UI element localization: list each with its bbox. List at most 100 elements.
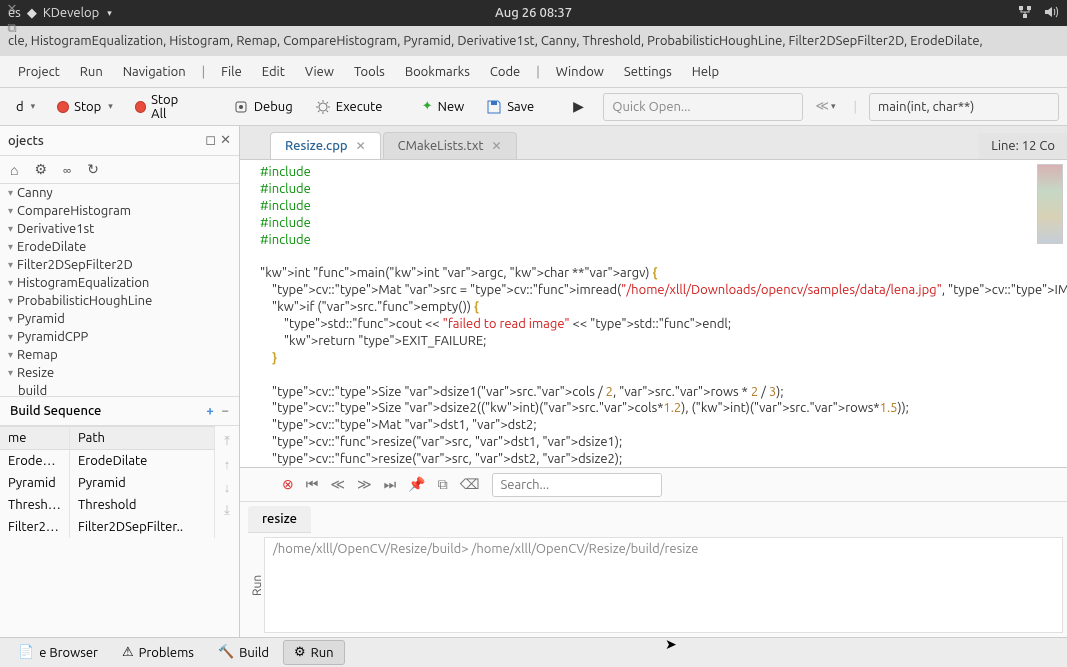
prev-icon[interactable]: ≪ [330, 476, 345, 493]
system-topbar: es ◆ KDevelop ▾ Aug 26 08:37 [0, 0, 1067, 26]
tree-item[interactable]: PyramidCPP [0, 328, 239, 346]
build-sequence-header: Build Sequence + − [0, 396, 239, 426]
menu-edit[interactable]: Edit [252, 61, 295, 83]
stop-button[interactable]: Stop▾ [49, 96, 121, 118]
last-icon[interactable]: ⏭ [384, 476, 397, 493]
tree-item[interactable]: ProbabilisticHoughLine [0, 292, 239, 310]
bottom-tab-run[interactable]: ⚙Run [283, 640, 345, 665]
panel-undock-icon[interactable]: ◻ [205, 133, 216, 148]
network-icon[interactable] [1017, 4, 1033, 23]
chevron-down-icon: ▾ [107, 8, 112, 19]
tree-item[interactable]: Resize [0, 364, 239, 382]
refresh-icon[interactable]: ↻ [87, 161, 99, 178]
projects-panel-header: ojects ◻ ✕ [0, 126, 239, 156]
run-vertical-tab[interactable]: Run [240, 533, 264, 637]
debug-button[interactable]: Debug [225, 95, 301, 119]
tree-item[interactable]: Filter2DSepFilter2D [0, 256, 239, 274]
console-search-input[interactable] [492, 473, 662, 497]
menu-settings[interactable]: Settings [614, 61, 682, 83]
console-copy-icon[interactable]: ⧉ [7, 21, 16, 36]
table-row[interactable]: Filter2D..Filter2DSepFilter.. [0, 516, 215, 538]
clock[interactable]: Aug 26 08:37 [495, 6, 572, 20]
menu-project[interactable]: Project [8, 61, 70, 83]
table-row[interactable]: ThresholdThreshold [0, 494, 215, 516]
home-icon[interactable]: ⌂ [10, 162, 18, 178]
nav-fwd-button[interactable]: | [848, 100, 864, 114]
new-button[interactable]: ✦ New [414, 95, 472, 118]
tree-item[interactable]: Canny [0, 184, 239, 202]
bottom-tab-problems[interactable]: ⚠Problems [112, 641, 204, 664]
bottom-tab-e-browser[interactable]: 📄e Browser [8, 641, 108, 664]
window-titlebar: cle, HistogramEqualization, Histogram, R… [0, 26, 1067, 56]
move-top-icon[interactable]: ⤒ [224, 434, 230, 449]
function-selector[interactable]: main(int, char**) [869, 93, 1059, 121]
volume-icon[interactable] [1043, 4, 1059, 23]
add-icon[interactable]: + [206, 404, 213, 418]
stop-icon [135, 101, 146, 113]
next-icon[interactable]: ≫ [357, 476, 372, 493]
close-icon[interactable]: ✕ [492, 139, 502, 153]
mouse-cursor-icon: ➤ [665, 636, 677, 653]
menu-help[interactable]: Help [682, 61, 729, 83]
close-icon[interactable]: ✕ [356, 139, 366, 153]
toolbar-d[interactable]: d▾ [8, 96, 43, 118]
pin-icon[interactable]: 📌 [408, 476, 425, 493]
menu-view[interactable]: View [295, 61, 344, 83]
bottom-bar: 📄e Browser⚠Problems🔨Build⚙Run [0, 637, 1067, 667]
quick-open-input[interactable]: Quick Open... [603, 93, 803, 121]
debug-icon [233, 99, 249, 115]
save-button[interactable]: Save [478, 95, 542, 119]
execute-button[interactable]: Execute [307, 95, 391, 119]
terminate-icon[interactable]: ⊗ [282, 476, 294, 493]
tree-item[interactable]: Derivative1st [0, 220, 239, 238]
tree-item[interactable]: build [0, 382, 239, 396]
editor-tab[interactable]: Resize.cpp✕ [270, 132, 381, 159]
menu-file[interactable]: File [211, 61, 252, 83]
console-panel: ✕ ⧉ ⊗ ⏮ ≪ ≫ ⏭ 📌 ⧉ ⌫ resize Run /home/xll… [240, 467, 1067, 637]
panel-close-icon[interactable]: ✕ [220, 133, 231, 148]
main-toolbar: d▾ Stop▾ Stop All Debug Execute ✦ New Sa… [0, 88, 1067, 126]
menu-window[interactable]: Window [546, 61, 614, 83]
menu-navigation[interactable]: Navigation [113, 61, 196, 83]
move-up-icon[interactable]: ↑ [224, 457, 231, 472]
projects-toolbar: ⌂ ⚙ ∞ ↻ [0, 156, 239, 184]
tree-item[interactable]: HistogramEqualization [0, 274, 239, 292]
column-header-name[interactable]: me [0, 427, 70, 449]
tree-item[interactable]: Remap [0, 346, 239, 364]
build-sequence-table[interactable]: me Path ErodeDil..ErodeDilatePyramidPyra… [0, 426, 215, 538]
menu-code[interactable]: Code [480, 61, 530, 83]
menu-tools[interactable]: Tools [344, 61, 395, 83]
console-close-icon[interactable]: ✕ [7, 2, 18, 17]
project-tree[interactable]: CannyCompareHistogramDerivative1stErodeD… [0, 184, 239, 396]
table-row[interactable]: ErodeDil..ErodeDilate [0, 450, 215, 472]
tree-item[interactable]: CompareHistogram [0, 202, 239, 220]
menu-run[interactable]: Run [70, 61, 113, 83]
projects-panel: ojects ◻ ✕ ⌂ ⚙ ∞ ↻ CannyCompareHistogram… [0, 126, 240, 637]
play-icon[interactable]: ▶ [573, 98, 584, 115]
tree-item[interactable]: ErodeDilate [0, 238, 239, 256]
console-tab-resize[interactable]: resize [248, 506, 311, 533]
app-indicator-icon: ◆ [27, 6, 37, 21]
move-bottom-icon[interactable]: ⤓ [224, 503, 230, 518]
remove-icon[interactable]: − [222, 404, 229, 418]
stop-all-button[interactable]: Stop All [127, 89, 202, 125]
move-down-icon[interactable]: ↓ [224, 480, 231, 495]
gear-icon[interactable]: ⚙ [34, 161, 47, 178]
code-editor[interactable]: #include #include #include #include #inc… [240, 160, 1067, 467]
app-name[interactable]: KDevelop [43, 6, 99, 20]
nav-back-button[interactable]: ≪▾ [809, 99, 841, 114]
dots-icon[interactable]: ∞ [63, 162, 71, 178]
plus-icon: ✦ [422, 99, 433, 114]
editor-tab[interactable]: CMakeLists.txt✕ [383, 132, 517, 159]
tree-item[interactable]: Pyramid [0, 310, 239, 328]
clear-icon[interactable]: ⌫ [460, 476, 480, 493]
bottom-tab-build[interactable]: 🔨Build [208, 641, 279, 664]
copy-icon[interactable]: ⧉ [438, 476, 448, 493]
console-output[interactable]: /home/xlll/OpenCV/Resize/build> /home/xl… [264, 537, 1063, 633]
tab-icon: ⚙ [294, 645, 306, 660]
column-header-path[interactable]: Path [70, 427, 215, 449]
minimap[interactable] [1037, 164, 1063, 244]
table-row[interactable]: PyramidPyramid [0, 472, 215, 494]
first-icon[interactable]: ⏮ [306, 476, 319, 493]
menu-bookmarks[interactable]: Bookmarks [395, 61, 480, 83]
